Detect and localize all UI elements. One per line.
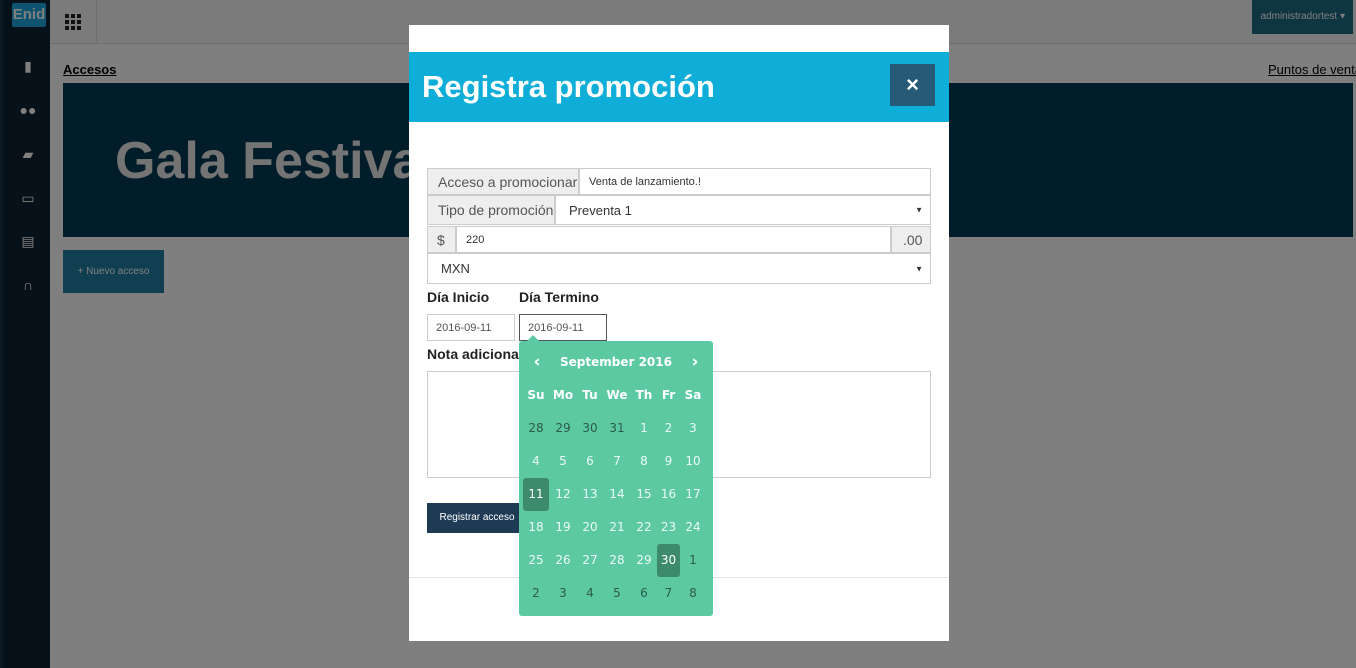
day-cell[interactable]: 15 [631, 478, 657, 511]
day-cell[interactable]: 7 [603, 445, 631, 478]
day-cell[interactable]: 13 [577, 478, 603, 511]
close-button[interactable]: × [890, 64, 935, 106]
day-cell[interactable]: 16 [657, 478, 680, 511]
day-cell[interactable]: 10 [680, 445, 706, 478]
weekday-header: Su [527, 388, 545, 402]
day-cell[interactable]: 21 [603, 511, 631, 544]
price-input[interactable]: 220 [456, 226, 891, 253]
day-cell[interactable]: 29 [549, 412, 577, 445]
day-cell[interactable]: 4 [523, 445, 549, 478]
weekday-header: Fr [661, 388, 676, 402]
prev-month-button[interactable]: ‹ [522, 351, 552, 373]
currency-value: MXN [441, 261, 470, 276]
currency-select[interactable]: MXN ▼ [427, 253, 931, 284]
weekday-header: Tu [582, 388, 598, 402]
day-cell[interactable]: 19 [549, 511, 577, 544]
day-cell[interactable]: 17 [680, 478, 706, 511]
day-cell[interactable]: 8 [680, 577, 706, 610]
promo-type-row: Tipo de promoción Preventa 1 ▼ [427, 195, 931, 225]
modal-header: Registra promoción × [409, 52, 949, 122]
day-cell[interactable]: 6 [577, 445, 603, 478]
cents-suffix: .00 [891, 226, 931, 253]
modal-title: Registra promoción [422, 69, 715, 104]
day-cell[interactable]: 28 [603, 544, 631, 577]
day-cell[interactable]: 2 [657, 412, 680, 445]
day-cell[interactable]: 26 [549, 544, 577, 577]
chevron-down-icon: ▼ [915, 205, 923, 215]
price-row: $ 220 .00 [427, 226, 931, 253]
day-cell[interactable]: 5 [549, 445, 577, 478]
day-cell[interactable]: 29 [631, 544, 657, 577]
day-cell[interactable]: 25 [523, 544, 549, 577]
day-cell[interactable]: 2 [523, 577, 549, 610]
day-cell[interactable]: 3 [680, 412, 706, 445]
next-month-button[interactable]: › [680, 351, 710, 373]
day-cell[interactable]: 24 [680, 511, 706, 544]
day-cell[interactable]: 20 [577, 511, 603, 544]
weekday-header: We [606, 388, 628, 402]
weekday-header: Mo [552, 388, 574, 402]
day-cell[interactable]: 30 [657, 544, 680, 577]
day-cell[interactable]: 1 [631, 412, 657, 445]
day-cell[interactable]: 22 [631, 511, 657, 544]
day-cell[interactable]: 27 [577, 544, 603, 577]
chevron-down-icon: ▼ [915, 264, 923, 273]
day-cell[interactable]: 18 [523, 511, 549, 544]
promo-type-value: Preventa 1 [569, 202, 632, 218]
datepicker-month-title[interactable]: September 2016 [549, 351, 683, 373]
promo-type-label: Tipo de promoción [427, 195, 555, 225]
currency-row: MXN ▼ [427, 253, 931, 284]
access-input[interactable]: Venta de lanzamiento.! [579, 168, 931, 195]
access-label: Acceso a promocionar [427, 168, 579, 195]
datepicker-grid: Su Mo Tu We Th Fr Sa 28 29 30 31 1 2 3 4 5 6 7 8 9 10 11 12 13 1… [523, 379, 706, 610]
day-cell[interactable]: 3 [549, 577, 577, 610]
day-cell[interactable]: 9 [657, 445, 680, 478]
datepicker-header: ‹ September 2016 › [519, 351, 713, 373]
day-cell[interactable]: 6 [631, 577, 657, 610]
day-cell[interactable]: 14 [603, 478, 631, 511]
note-label: Nota adicional [427, 346, 523, 362]
start-date-input[interactable]: 2016-09-11 [427, 314, 515, 341]
currency-symbol: $ [427, 226, 456, 253]
submit-button[interactable]: Registrar acceso [427, 503, 527, 533]
start-date-label: Día Inicio [427, 289, 490, 305]
day-cell[interactable]: 8 [631, 445, 657, 478]
promo-type-select[interactable]: Preventa 1 ▼ [555, 195, 931, 225]
day-cell[interactable]: 1 [680, 544, 706, 577]
day-cell[interactable]: 5 [603, 577, 631, 610]
day-cell[interactable]: 12 [549, 478, 577, 511]
day-cell[interactable]: 7 [657, 577, 680, 610]
end-date-label: Día Termino [519, 289, 599, 305]
datepicker: ‹ September 2016 › Su Mo Tu We Th Fr Sa 28 29 30 3… [519, 335, 713, 616]
day-cell[interactable]: 30 [577, 412, 603, 445]
day-cell[interactable]: 23 [657, 511, 680, 544]
day-cell[interactable]: 4 [577, 577, 603, 610]
datepicker-arrow [527, 335, 539, 341]
weekday-header: Sa [684, 388, 702, 402]
day-cell[interactable]: 28 [523, 412, 549, 445]
weekday-header: Th [635, 388, 653, 402]
day-cell[interactable]: 11 [523, 478, 549, 511]
access-row: Acceso a promocionar Venta de lanzamient… [427, 168, 931, 195]
day-cell[interactable]: 31 [603, 412, 631, 445]
